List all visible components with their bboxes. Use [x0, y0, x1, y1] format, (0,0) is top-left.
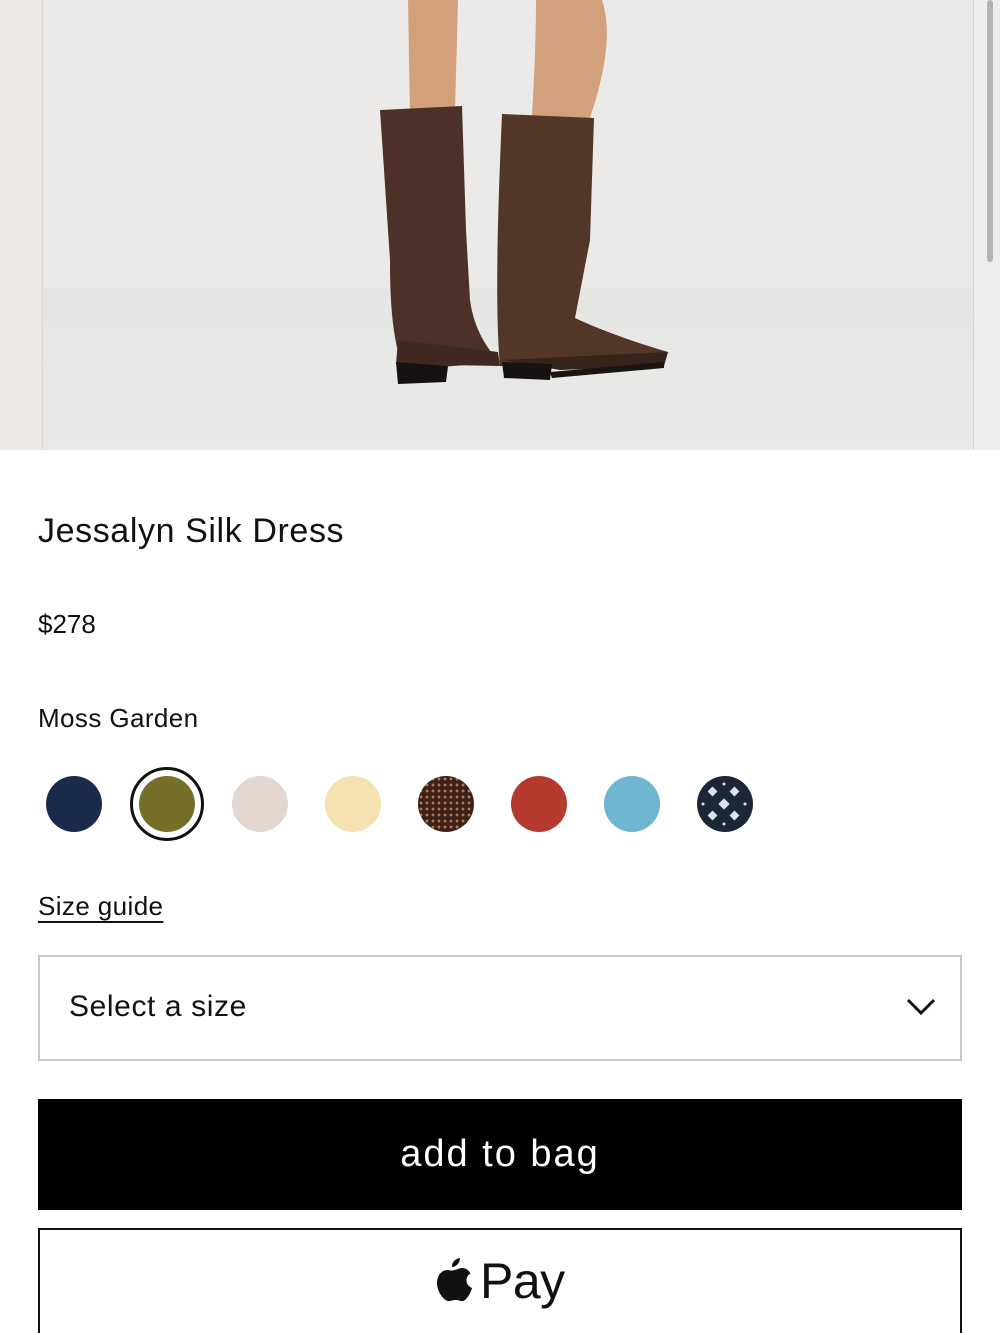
- add-to-bag-label: add to bag: [400, 1133, 600, 1175]
- apple-pay-label: Pay: [480, 1253, 565, 1309]
- selected-color-name: Moss Garden: [38, 703, 199, 733]
- size-guide-link[interactable]: Size guide: [38, 891, 163, 922]
- swatch-butter[interactable]: [325, 776, 381, 832]
- product-image[interactable]: [0, 0, 1000, 450]
- swatch-red[interactable]: [511, 776, 567, 832]
- boots-illustration: [380, 0, 668, 384]
- apple-logo-icon: [437, 1258, 472, 1302]
- swatch-navy[interactable]: [46, 776, 102, 832]
- size-select[interactable]: Select a size: [38, 955, 962, 1061]
- add-to-bag-button[interactable]: add to bag: [38, 1099, 962, 1210]
- swatch-blush[interactable]: [232, 776, 288, 832]
- swatch-brown-dot[interactable]: [418, 776, 474, 832]
- swatch-sky-blue[interactable]: [604, 776, 660, 832]
- product-title: Jessalyn Silk Dress: [38, 512, 345, 550]
- medallion-pattern-icon: [701, 782, 747, 826]
- scrollbar[interactable]: [987, 0, 993, 262]
- apple-pay-button[interactable]: Pay: [38, 1228, 962, 1333]
- swatch-moss-garden[interactable]: [130, 767, 204, 841]
- chevron-down-icon: [906, 998, 936, 1016]
- product-page: Jessalyn Silk Dress $278 Moss Garden Siz…: [0, 0, 1000, 1333]
- size-select-label: Select a size: [69, 990, 247, 1023]
- swatch-navy-medallion[interactable]: [697, 776, 753, 832]
- product-price: $278: [38, 609, 96, 639]
